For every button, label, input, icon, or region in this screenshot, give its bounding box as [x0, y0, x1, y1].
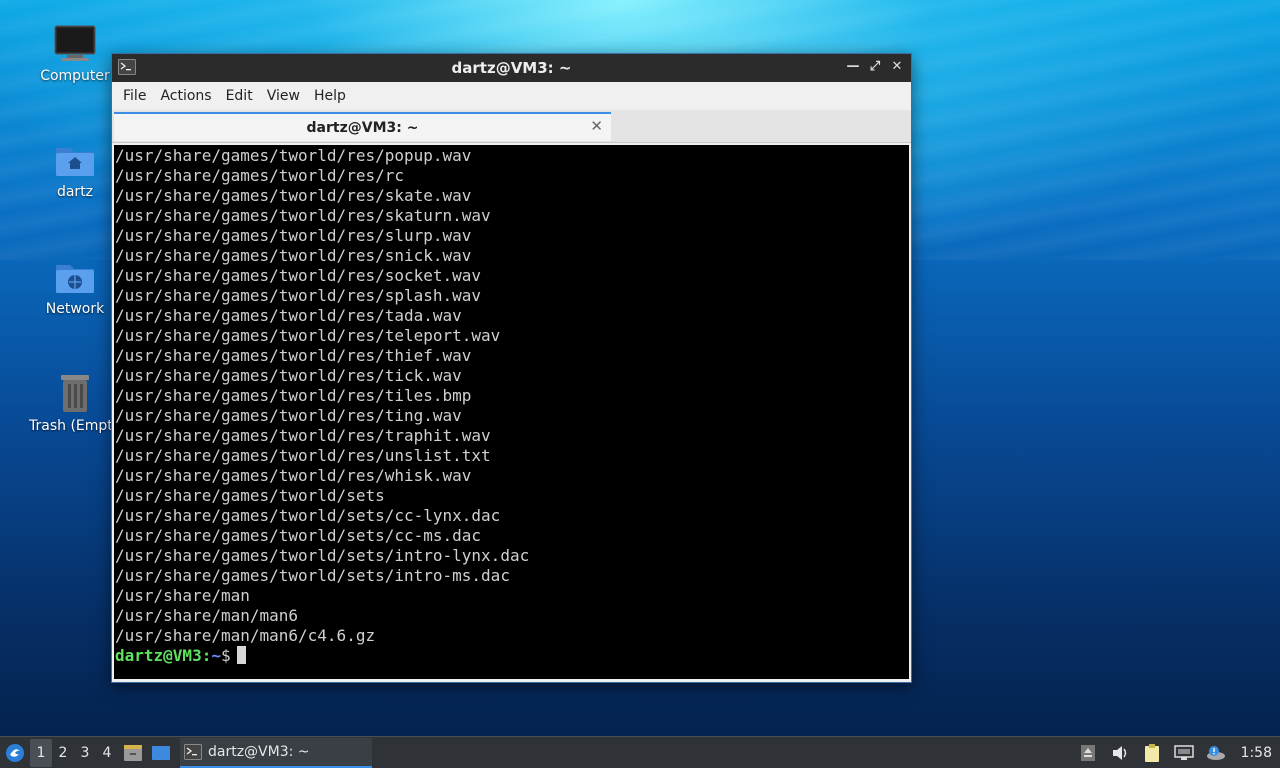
terminal-prompt[interactable]: dartz@VM3:~$	[115, 646, 909, 666]
taskbar: 1 2 3 4 dartz@VM3: ~ 1:58	[0, 736, 1280, 768]
desktop-icon-network[interactable]: Network	[25, 257, 125, 317]
terminal-line: /usr/share/man/man6	[115, 606, 299, 625]
tab-close-icon[interactable]: ✕	[590, 117, 603, 135]
terminal-line: /usr/share/games/tworld/res/whisk.wav	[115, 466, 472, 485]
terminal-line: /usr/share/games/tworld/res/rc	[115, 166, 404, 185]
desktop-icon-trash[interactable]: Trash (Empty)	[25, 372, 125, 434]
terminal-app-icon	[118, 59, 136, 79]
notification-icon[interactable]	[1205, 742, 1227, 764]
text-cursor	[236, 646, 246, 664]
tray-eject-icon[interactable]	[1077, 742, 1099, 764]
terminal-line: /usr/share/games/tworld/res/tick.wav	[115, 366, 462, 385]
terminal-line: /usr/share/games/tworld/sets/cc-ms.dac	[115, 526, 482, 545]
launcher-file-manager[interactable]	[120, 739, 146, 767]
menu-view[interactable]: View	[260, 88, 307, 104]
terminal-line: /usr/share/games/tworld/sets/intro-lynx.…	[115, 546, 530, 565]
task-terminal[interactable]: dartz@VM3: ~	[180, 737, 372, 768]
menu-edit[interactable]: Edit	[219, 88, 260, 104]
window-titlebar[interactable]: dartz@VM3: ~ — ⤢ ✕	[112, 54, 911, 82]
terminal-line: /usr/share/games/tworld/res/snick.wav	[115, 246, 472, 265]
minimize-icon[interactable]: —	[845, 58, 861, 76]
terminal-line: /usr/share/games/tworld/res/popup.wav	[115, 146, 472, 165]
launcher-show-desktop[interactable]	[148, 739, 174, 767]
terminal-line: /usr/share/man/man6/c4.6.gz	[115, 626, 376, 645]
volume-icon[interactable]	[1109, 742, 1131, 764]
tab-bar: dartz@VM3: ~ ✕	[112, 110, 911, 143]
terminal-line: /usr/share/games/tworld/res/teleport.wav	[115, 326, 501, 345]
terminal-line: /usr/share/games/tworld/res/tiles.bmp	[115, 386, 472, 405]
computer-icon	[54, 25, 96, 61]
prompt-user-host: dartz@VM3	[115, 646, 202, 665]
terminal-line: /usr/share/games/tworld/res/socket.wav	[115, 266, 482, 285]
network-folder-icon	[56, 265, 94, 293]
start-menu-button[interactable]	[0, 738, 30, 768]
workspace-1[interactable]: 1	[30, 738, 52, 767]
network-status-icon[interactable]	[1173, 742, 1195, 764]
menubar: File Actions Edit View Help	[112, 82, 911, 110]
terminal-line: /usr/share/games/tworld/sets/intro-ms.da…	[115, 566, 510, 585]
desktop-icon	[152, 745, 170, 760]
tab-label: dartz@VM3: ~	[306, 119, 419, 136]
terminal-task-icon	[184, 743, 202, 760]
workspace-3[interactable]: 3	[74, 739, 96, 767]
terminal-line: /usr/share/games/tworld/res/slurp.wav	[115, 226, 472, 245]
clock[interactable]: 1:58	[1241, 745, 1272, 761]
terminal-line: /usr/share/man	[115, 586, 250, 605]
menu-help[interactable]: Help	[307, 88, 353, 104]
window-title: dartz@VM3: ~	[451, 59, 572, 77]
terminal-line: /usr/share/games/tworld/res/skaturn.wav	[115, 206, 491, 225]
system-tray: 1:58	[1077, 742, 1280, 764]
terminal-line: /usr/share/games/tworld/res/tada.wav	[115, 306, 462, 325]
maximize-icon[interactable]: ⤢	[867, 58, 883, 76]
terminal-line: /usr/share/games/tworld/res/thief.wav	[115, 346, 472, 365]
trash-icon	[61, 375, 89, 412]
clipboard-icon[interactable]	[1141, 742, 1163, 764]
terminal-line: /usr/share/games/tworld/res/ting.wav	[115, 406, 462, 425]
terminal-output[interactable]: /usr/share/games/tworld/res/popup.wav/us…	[114, 145, 909, 679]
tab-terminal[interactable]: dartz@VM3: ~ ✕	[114, 112, 611, 141]
terminal-line: /usr/share/games/tworld/res/splash.wav	[115, 286, 482, 305]
terminal-window: dartz@VM3: ~ — ⤢ ✕ File Actions Edit Vie…	[111, 53, 912, 683]
workspace-2[interactable]: 2	[52, 739, 74, 767]
desktop-icon-label: dartz	[56, 184, 94, 200]
prompt-separator: :	[201, 646, 212, 665]
menu-file[interactable]: File	[116, 88, 153, 104]
terminal-line: /usr/share/games/tworld/res/unslist.txt	[115, 446, 491, 465]
terminal-line: /usr/share/games/tworld/sets	[115, 486, 385, 505]
task-label: dartz@VM3: ~	[208, 743, 310, 760]
terminal-line: /usr/share/games/tworld/sets/cc-lynx.dac	[115, 506, 501, 525]
file-cabinet-icon	[124, 744, 142, 761]
close-icon[interactable]: ✕	[889, 58, 905, 76]
prompt-symbol: $	[220, 646, 231, 665]
desktop-icon-label: Computer	[40, 68, 110, 84]
desktop-icon-computer[interactable]: Computer	[25, 24, 125, 84]
home-folder-icon	[56, 148, 94, 176]
terminal-line: /usr/share/games/tworld/res/skate.wav	[115, 186, 472, 205]
workspace-4[interactable]: 4	[96, 739, 118, 767]
prompt-path: ~	[211, 646, 221, 665]
lxqt-logo-icon	[6, 743, 24, 762]
terminal-line: /usr/share/games/tworld/res/traphit.wav	[115, 426, 491, 445]
desktop-icon-home[interactable]: dartz	[25, 140, 125, 200]
desktop-icon-label: Network	[45, 301, 105, 317]
menu-actions[interactable]: Actions	[153, 88, 218, 104]
